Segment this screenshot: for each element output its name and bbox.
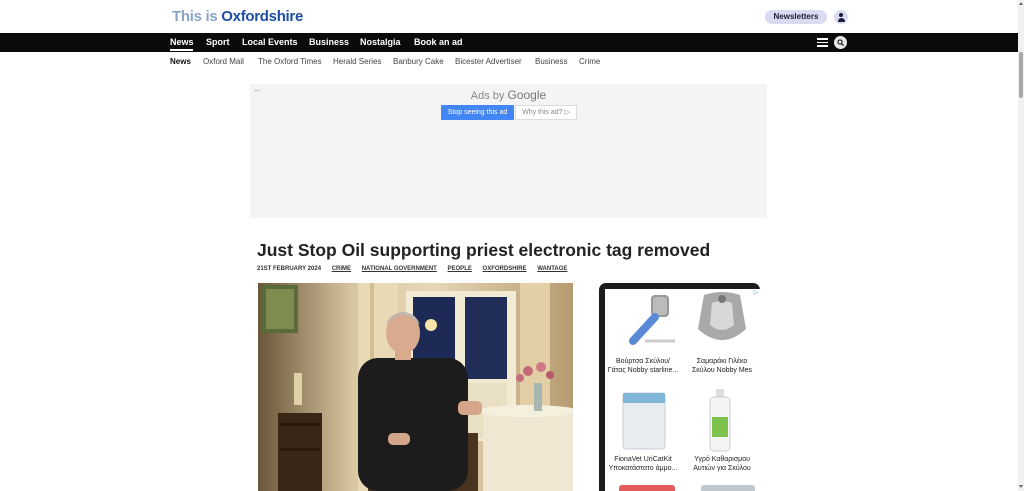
search-icon[interactable] — [834, 36, 847, 49]
main-nav-book-an-ad[interactable]: Book an ad — [414, 37, 463, 47]
product-harness-image — [684, 289, 760, 357]
hamburger-menu-icon[interactable] — [817, 38, 828, 47]
main-nav-local-events[interactable]: Local Events — [242, 37, 298, 47]
article-headline: Just Stop Oil supporting priest electron… — [257, 240, 711, 260]
active-nav-indicator — [170, 49, 193, 51]
sub-nav-bicester-advertiser[interactable]: Bicester Advertiser — [455, 57, 522, 66]
tag-crime[interactable]: CRIME — [332, 266, 351, 272]
account-icon[interactable] — [834, 10, 848, 24]
product-caption-line1: Υγρό Καθαρισμου — [694, 456, 750, 463]
google-label: Google — [507, 88, 547, 102]
product-card-partial — [619, 485, 675, 491]
product-caption-line1: Σαμαράκι Γιλέκο — [696, 358, 748, 365]
article-meta: 21ST FEBRUARY 2024 CRIME NATIONAL GOVERN… — [257, 266, 576, 272]
product-caption-line2: Υποκατάστατο άμμο... — [608, 465, 678, 472]
sub-nav-crime[interactable]: Crime — [579, 57, 600, 66]
sub-nav-oxford-times[interactable]: The Oxford Times — [258, 57, 322, 66]
main-nav: News Sport Local Events Business Nostalg… — [0, 33, 1018, 52]
ad-banner: ← Ads by Google Stop seeing this ad Why … — [250, 84, 767, 218]
page-scrollbar[interactable] — [1018, 0, 1024, 491]
newsletters-button[interactable]: Newsletters — [765, 10, 827, 24]
side-ad-content: ▷ Βούρτσα Σκύλου/ Γάτας Nobby starline..… — [605, 289, 760, 491]
tag-people[interactable]: PEOPLE — [448, 266, 472, 272]
ads-by-label: Ads by — [470, 90, 505, 102]
product-kit-image — [605, 387, 681, 455]
product-caption-line2: Γάτας Nobby starline... — [607, 367, 679, 374]
sub-nav-news[interactable]: News — [170, 57, 191, 66]
product-caption-line1: Βούρτσα Σκύλου/ — [616, 358, 670, 365]
product-card[interactable]: FionaVet UriCatKit Υποκατάστατο άμμο... — [605, 387, 681, 473]
product-bottle-image — [684, 387, 760, 455]
sub-nav-banbury-cake[interactable]: Banbury Cake — [393, 57, 444, 66]
sub-nav-oxford-mail[interactable]: Oxford Mail — [203, 57, 244, 66]
product-caption-line2: Αυτιών για Σκύλου — [693, 465, 751, 472]
scroll-up-icon[interactable] — [1019, 2, 1023, 5]
main-nav-news[interactable]: News — [170, 37, 194, 47]
main-nav-nostalgia[interactable]: Nostalgia — [360, 37, 401, 47]
main-nav-sport[interactable]: Sport — [206, 37, 230, 47]
scrollbar-thumb[interactable] — [1019, 52, 1023, 98]
logo-part-1: This is — [172, 8, 222, 25]
site-logo[interactable]: This is Oxfordshire — [172, 8, 303, 25]
stop-seeing-ad-button[interactable]: Stop seeing this ad — [441, 105, 514, 120]
article-photo — [258, 283, 573, 491]
logo-part-2: Oxfordshire — [221, 8, 304, 25]
ads-by-google: Ads by Google — [250, 88, 767, 102]
product-caption-line2: Σκύλου Nobby Mes — [691, 367, 753, 374]
product-caption-line1: FionaVet UriCatKit — [614, 456, 672, 463]
why-this-ad-button[interactable]: Why this ad? ▷ — [515, 105, 577, 120]
product-card[interactable]: Σαμαράκι Γιλέκο Σκύλου Nobby Mes — [684, 289, 760, 375]
product-card[interactable]: Βούρτσα Σκύλου/ Γάτας Nobby starline... — [605, 289, 681, 375]
tag-wantage[interactable]: WANTAGE — [537, 266, 567, 272]
product-brush-image — [605, 289, 681, 357]
main-nav-business[interactable]: Business — [309, 37, 349, 47]
site-header: This is Oxfordshire Newsletters — [0, 0, 1018, 33]
article-date: 21ST FEBRUARY 2024 — [257, 266, 322, 272]
product-card[interactable]: Υγρό Καθαρισμου Αυτιών για Σκύλου — [684, 387, 760, 473]
sub-nav-herald-series[interactable]: Herald Series — [333, 57, 381, 66]
tag-national-government[interactable]: NATIONAL GOVERNMENT — [362, 266, 437, 272]
sub-nav-business[interactable]: Business — [535, 57, 567, 66]
tag-oxfordshire[interactable]: OXFORDSHIRE — [483, 266, 527, 272]
scroll-down-icon[interactable] — [1019, 485, 1023, 488]
product-card-partial — [701, 485, 755, 491]
sub-nav: News Oxford Mail The Oxford Times Herald… — [0, 52, 1018, 72]
side-product-ad[interactable]: ▷ Βούρτσα Σκύλου/ Γάτας Nobby starline..… — [599, 283, 760, 491]
